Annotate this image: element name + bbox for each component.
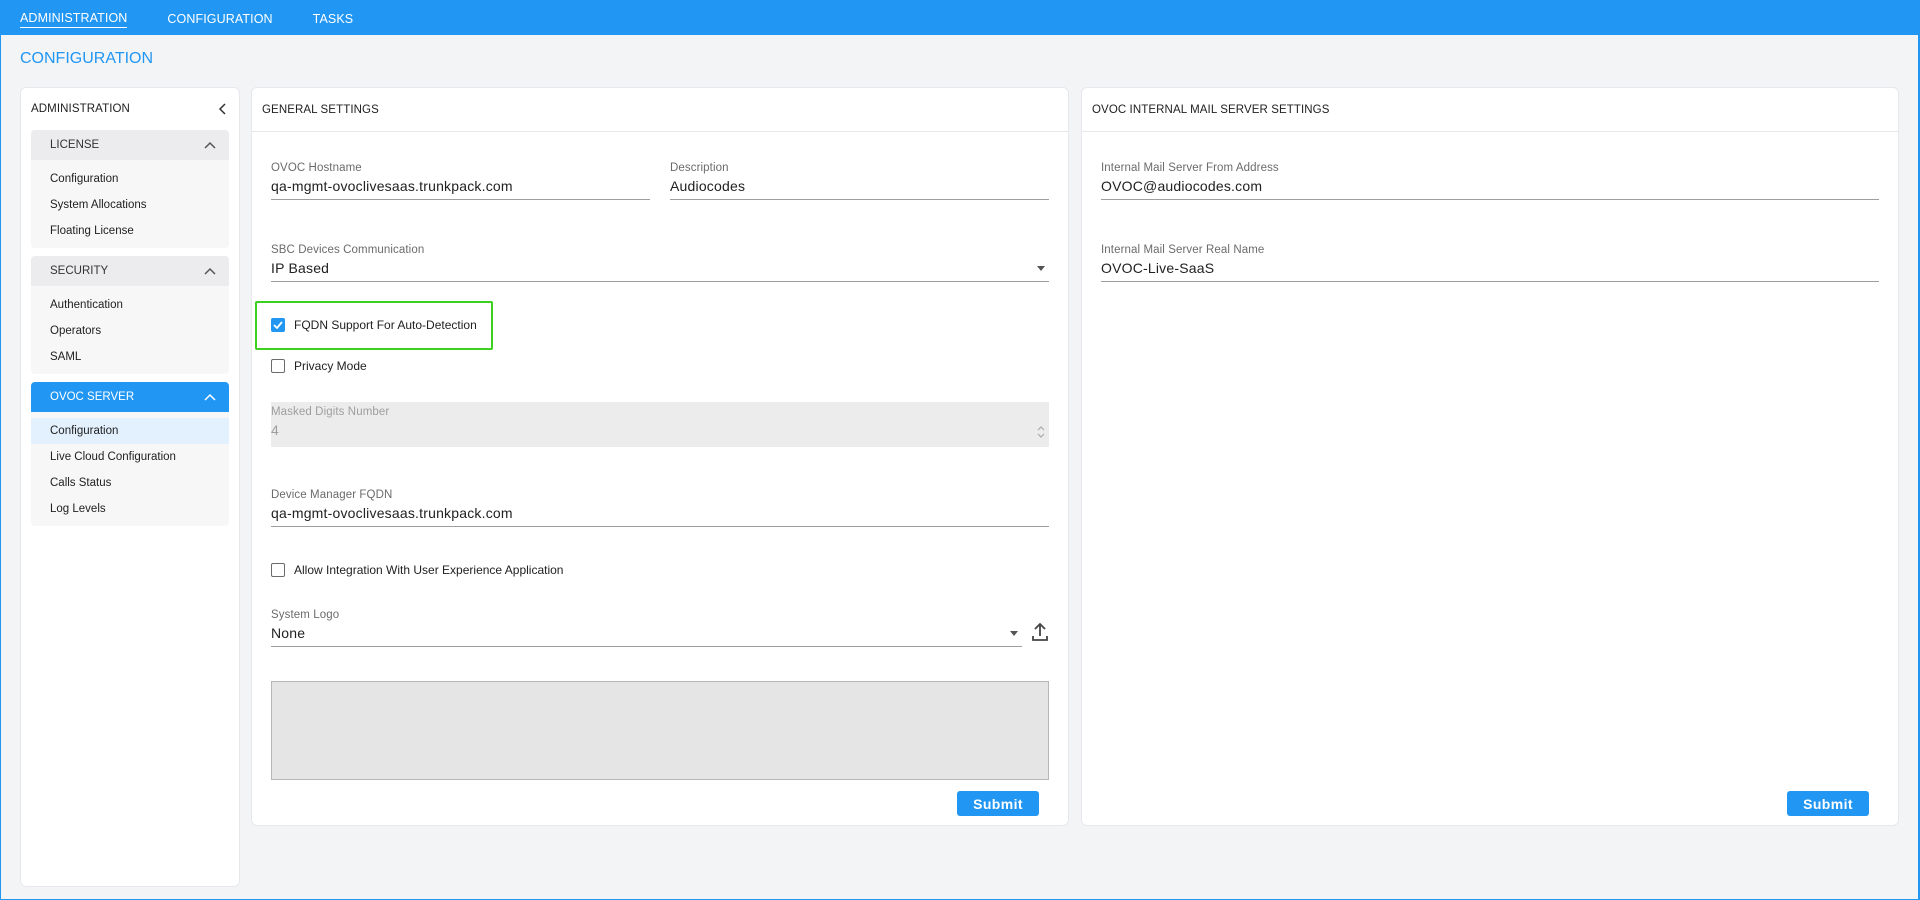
sidebar-item-license-configuration[interactable]: Configuration: [31, 166, 229, 192]
device-manager-fqdn-field[interactable]: Device Manager FQDN qa-mgmt-ovoclivesaas…: [271, 489, 1049, 527]
sidebar-item-authentication[interactable]: Authentication: [31, 292, 229, 318]
allow-integration-checkbox[interactable]: [271, 563, 285, 577]
sbc-devices-communication-select[interactable]: IP Based: [271, 260, 1049, 282]
device-manager-fqdn-input[interactable]: qa-mgmt-ovoclivesaas.trunkpack.com: [271, 505, 1049, 527]
field-label: OVOC Hostname: [271, 162, 362, 174]
select-value: None: [271, 625, 306, 641]
sidebar-item-operators[interactable]: Operators: [31, 318, 229, 344]
general-settings-title: GENERAL SETTINGS: [252, 88, 1068, 132]
field-label: Internal Mail Server Real Name: [1101, 244, 1265, 256]
mail-from-address-field[interactable]: Internal Mail Server From Address OVOC@a…: [1101, 162, 1879, 200]
field-label: Description: [670, 162, 729, 174]
fqdn-support-checkbox[interactable]: [271, 318, 285, 332]
sidebar-item-live-cloud-configuration[interactable]: Live Cloud Configuration: [31, 444, 229, 470]
checkbox-label: Privacy Mode: [294, 359, 367, 373]
mail-from-address-input[interactable]: OVOC@audiocodes.com: [1101, 178, 1879, 200]
description-input[interactable]: Audiocodes: [670, 178, 1049, 200]
field-label: System Logo: [271, 609, 340, 621]
mail-real-name-input[interactable]: OVOC-Live-SaaS: [1101, 260, 1879, 282]
sidebar-item-system-allocations[interactable]: System Allocations: [31, 192, 229, 218]
sidebar-item-saml[interactable]: SAML: [31, 344, 229, 370]
field-label: Masked Digits Number: [271, 406, 390, 418]
field-label: SBC Devices Communication: [271, 244, 425, 256]
description-field[interactable]: Description Audiocodes: [670, 162, 1049, 200]
chevron-left-icon[interactable]: [215, 102, 229, 116]
system-logo-field[interactable]: System Logo None: [271, 609, 1022, 647]
sidebar: ADMINISTRATION LICENSE Configuration Sys…: [20, 87, 240, 887]
sidebar-header: ADMINISTRATION: [21, 88, 239, 130]
sidebar-group-ovoc-server-header[interactable]: OVOC SERVER: [31, 382, 229, 412]
upload-icon[interactable]: [1030, 621, 1050, 643]
sbc-devices-communication-field[interactable]: SBC Devices Communication IP Based: [271, 244, 1049, 282]
sidebar-item-server-configuration[interactable]: Configuration: [31, 418, 229, 444]
dropdown-arrow-icon: [1010, 631, 1018, 636]
nav-configuration[interactable]: CONFIGURATION: [167, 12, 272, 28]
chevron-up-icon: [203, 140, 217, 150]
checkbox-label: Allow Integration With User Experience A…: [294, 563, 564, 577]
sidebar-group-security: SECURITY Authentication Operators SAML: [31, 256, 229, 374]
mail-real-name-field[interactable]: Internal Mail Server Real Name OVOC-Live…: [1101, 244, 1879, 282]
ovoc-hostname-field[interactable]: OVOC Hostname qa-mgmt-ovoclivesaas.trunk…: [271, 162, 650, 200]
sidebar-item-log-levels[interactable]: Log Levels: [31, 496, 229, 522]
nav-administration[interactable]: ADMINISTRATION: [20, 11, 128, 28]
fqdn-support-checkbox-row[interactable]: FQDN Support For Auto-Detection: [271, 318, 477, 332]
sidebar-group-label: SECURITY: [50, 265, 109, 277]
dropdown-arrow-icon: [1037, 266, 1045, 271]
masked-digits-field: Masked Digits Number 4: [271, 402, 1049, 447]
sidebar-item-floating-license[interactable]: Floating License: [31, 218, 229, 244]
chevron-up-icon: [203, 266, 217, 276]
mail-submit-button[interactable]: Submit: [1787, 791, 1869, 816]
chevron-up-icon: [203, 392, 217, 402]
sidebar-group-ovoc-server: OVOC SERVER Configuration Live Cloud Con…: [31, 382, 229, 526]
nav-tasks[interactable]: TASKS: [313, 12, 354, 28]
sidebar-group-license: LICENSE Configuration System Allocations…: [31, 130, 229, 248]
top-nav: ADMINISTRATION CONFIGURATION TASKS: [0, 4, 1920, 35]
allow-integration-checkbox-row[interactable]: Allow Integration With User Experience A…: [271, 563, 563, 577]
select-value: IP Based: [271, 260, 330, 276]
sidebar-group-label: OVOC SERVER: [50, 391, 135, 403]
spinner-icon: [1036, 424, 1046, 440]
checkbox-label: FQDN Support For Auto-Detection: [294, 318, 477, 332]
privacy-mode-checkbox-row[interactable]: Privacy Mode: [271, 359, 367, 373]
sidebar-title: ADMINISTRATION: [31, 103, 130, 115]
sidebar-group-label: LICENSE: [50, 139, 100, 151]
field-label: Device Manager FQDN: [271, 489, 393, 501]
masked-digits-input: 4: [271, 422, 279, 438]
field-label: Internal Mail Server From Address: [1101, 162, 1279, 174]
mail-server-title: OVOC INTERNAL MAIL SERVER SETTINGS: [1082, 88, 1898, 132]
page-title: CONFIGURATION: [20, 50, 154, 67]
system-logo-select[interactable]: None: [271, 625, 1022, 647]
sidebar-group-security-header[interactable]: SECURITY: [31, 256, 229, 286]
ovoc-hostname-input[interactable]: qa-mgmt-ovoclivesaas.trunkpack.com: [271, 178, 650, 200]
sidebar-group-license-header[interactable]: LICENSE: [31, 130, 229, 160]
privacy-mode-checkbox[interactable]: [271, 359, 285, 373]
logo-preview-area: [271, 681, 1049, 780]
sidebar-item-calls-status[interactable]: Calls Status: [31, 470, 229, 496]
general-submit-button[interactable]: Submit: [957, 791, 1039, 816]
